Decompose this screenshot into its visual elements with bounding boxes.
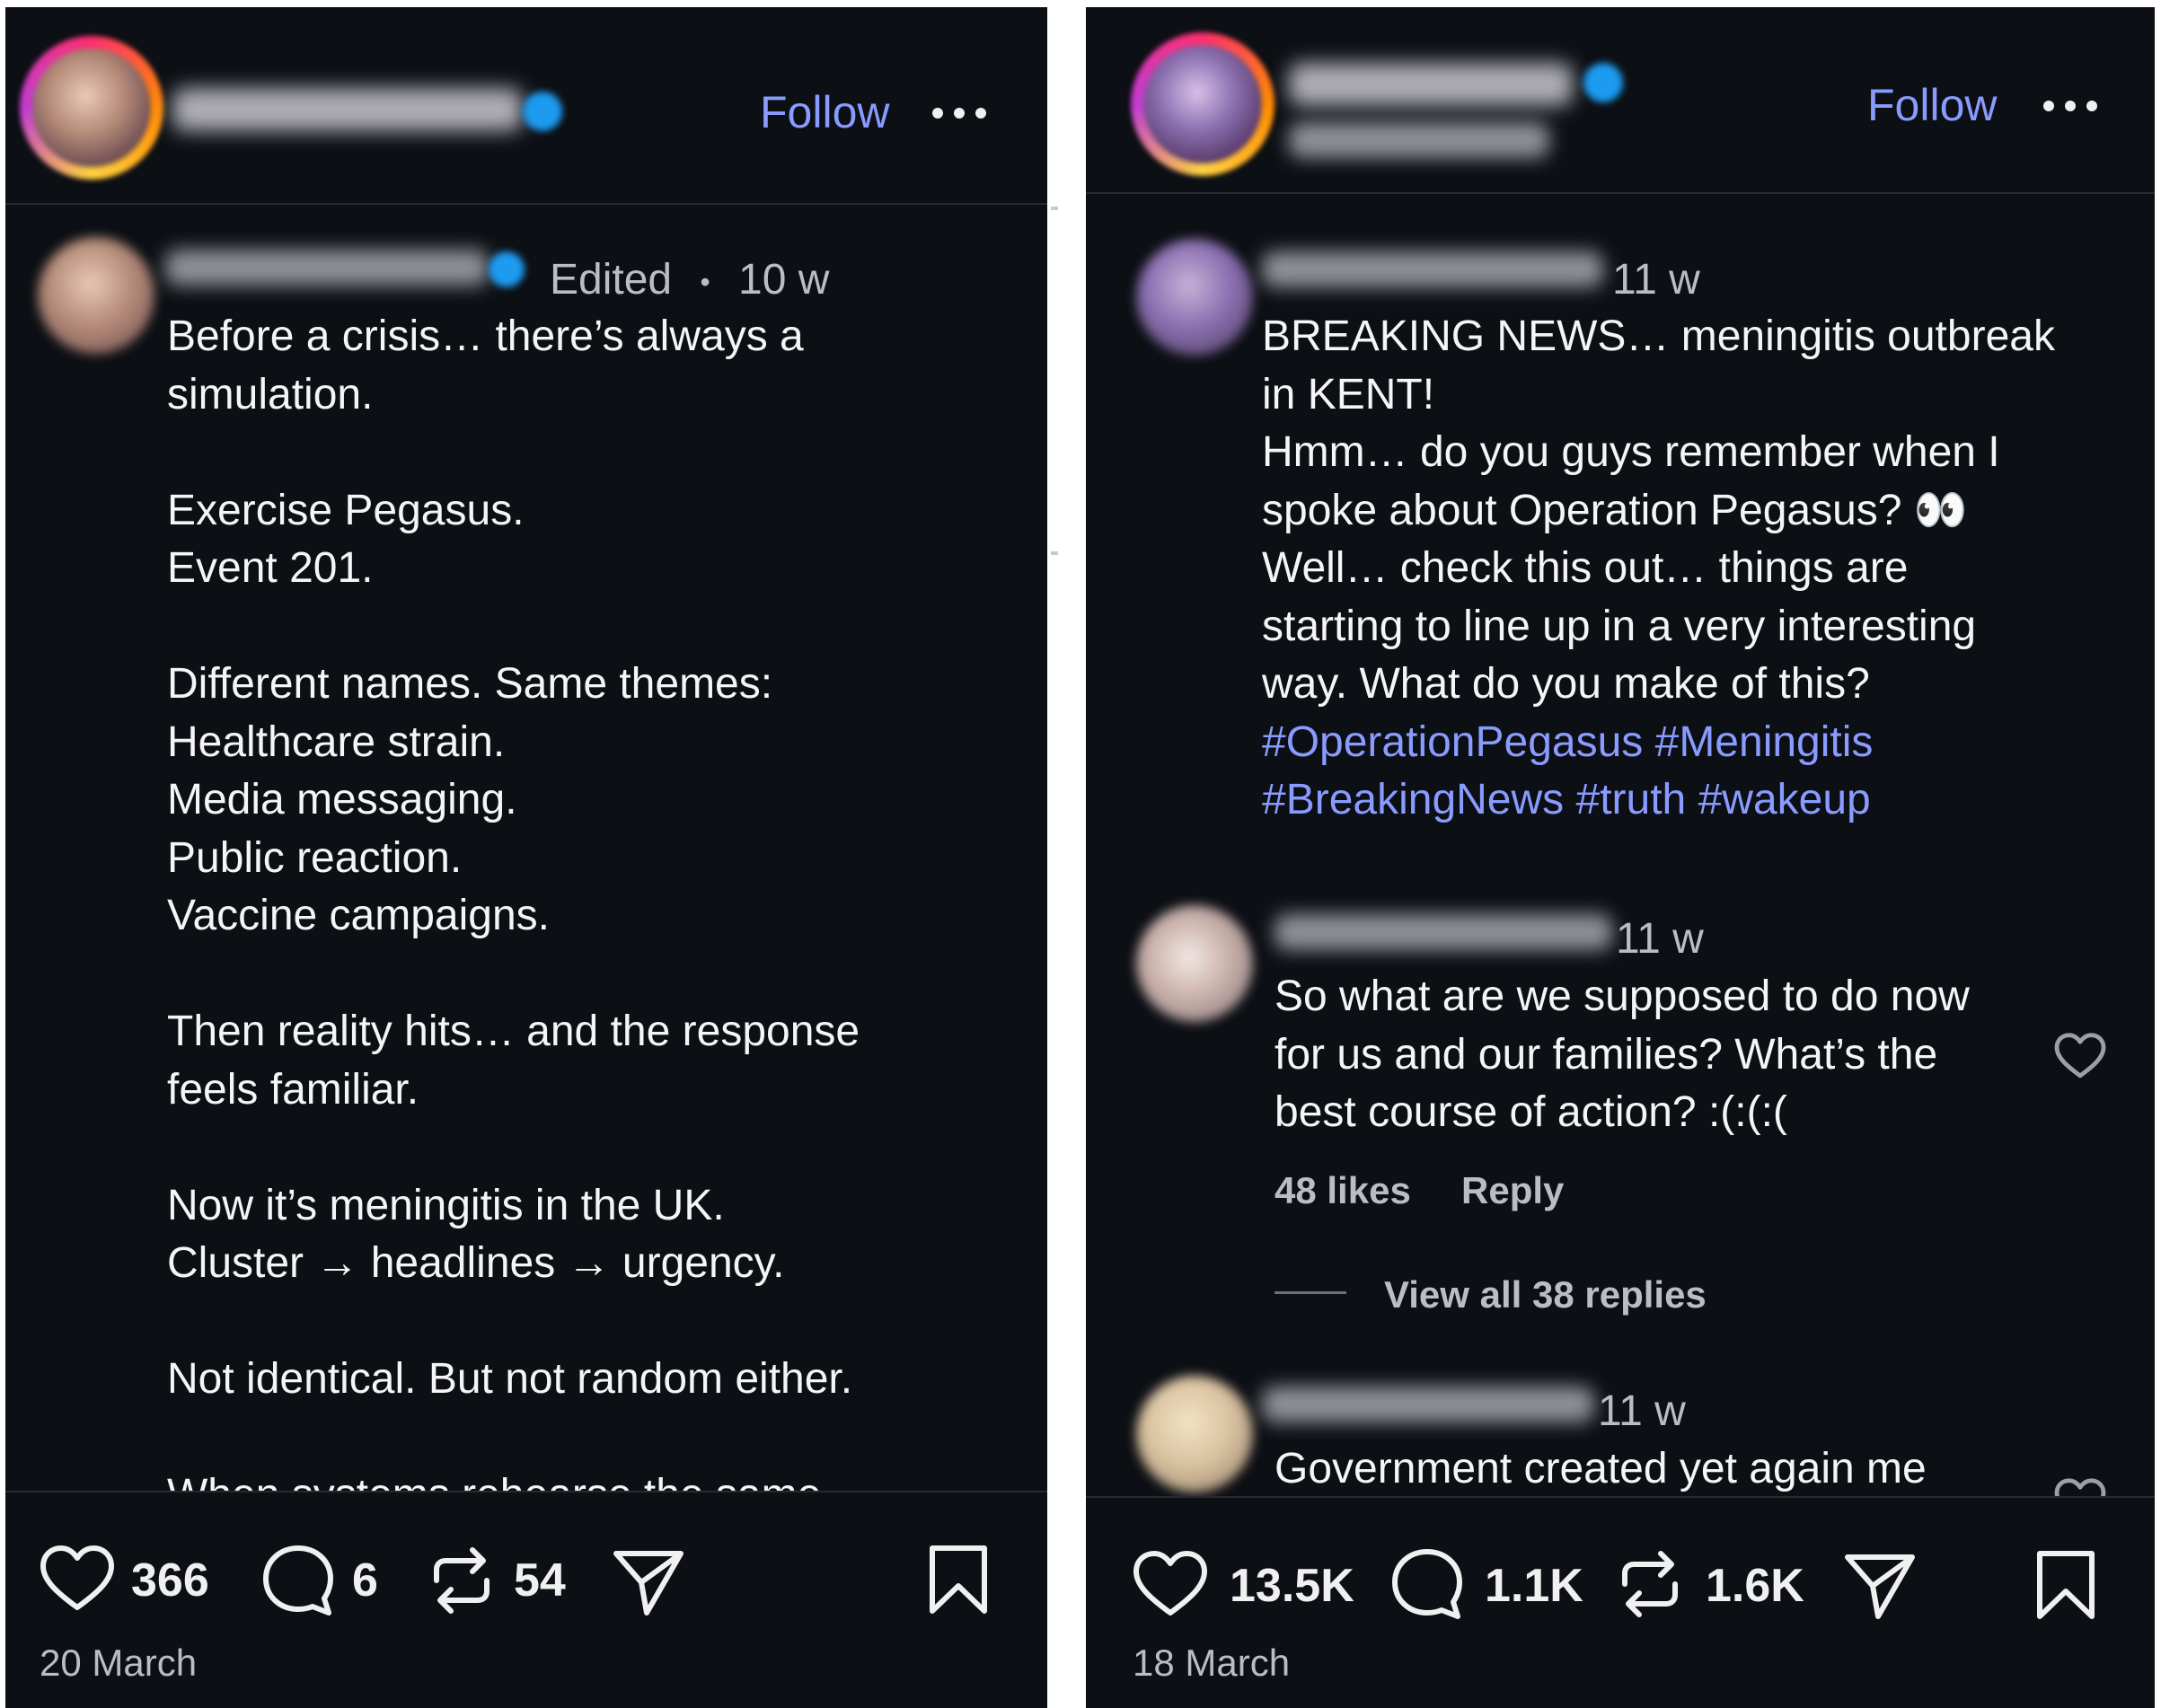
post-caption-text: Before a crisis… there’s always a simulat… xyxy=(167,308,1029,1525)
reposts-count[interactable]: 1.6K xyxy=(1706,1559,1804,1613)
comment-likes[interactable]: 48 likes xyxy=(1275,1169,1411,1212)
text-line: simulation. xyxy=(167,370,374,418)
text-line: Different names. Same themes: xyxy=(167,660,773,708)
text-line: Media messaging. xyxy=(167,776,517,823)
text-line: BREAKING NEWS… meningitis outbreak xyxy=(1262,313,2055,360)
reply-button[interactable]: Reply xyxy=(1461,1169,1564,1212)
action-bar: 13.5K 1.1K 1.6K 18 March xyxy=(1086,1496,2155,1708)
likes-count[interactable]: 366 xyxy=(131,1554,209,1607)
left-post-panel: Follow Edited • 10 w Before a crisis… th… xyxy=(5,7,1047,1708)
follow-button[interactable]: Follow xyxy=(1867,79,1997,131)
heart-icon[interactable] xyxy=(40,1545,115,1613)
comments-count[interactable]: 6 xyxy=(352,1554,378,1607)
bookmark-icon[interactable] xyxy=(2034,1550,2097,1622)
post-time: 11 w xyxy=(1612,256,1700,304)
comments-count[interactable]: 1.1K xyxy=(1485,1559,1583,1613)
comment-username-blurred[interactable] xyxy=(1262,1387,1594,1422)
author-username-blurred[interactable] xyxy=(172,88,523,131)
text-line: feels familiar. xyxy=(167,1065,419,1114)
bookmark-icon[interactable] xyxy=(927,1545,990,1616)
more-icon[interactable] xyxy=(2043,101,2099,113)
caption-username-blurred[interactable] xyxy=(165,250,489,286)
text-line: Well… check this out… things are xyxy=(1262,544,1909,592)
post-header: Follow xyxy=(1086,7,2155,194)
text-line: Government created yet again me xyxy=(1275,1445,1927,1492)
post-caption-text: BREAKING NEWS… meningitis outbreak in KEN… xyxy=(1262,308,2142,830)
comment-text: Government created yet again me xyxy=(1275,1440,2065,1499)
caption-avatar[interactable] xyxy=(1136,239,1253,356)
text-line: Vaccine campaigns. xyxy=(167,892,550,939)
edited-label: Edited xyxy=(550,256,673,304)
reposts-count[interactable]: 54 xyxy=(514,1554,566,1607)
text-line: Before a crisis… there’s always a xyxy=(167,313,804,360)
repost-icon[interactable] xyxy=(1616,1546,1684,1622)
heart-icon[interactable] xyxy=(1133,1550,1208,1618)
divider xyxy=(1051,551,1058,555)
text-line: So what are we supposed to do now xyxy=(1275,973,1970,1020)
text-line: Then reality hits… and the response xyxy=(167,1008,860,1055)
text-line xyxy=(167,598,1029,656)
follow-button[interactable]: Follow xyxy=(760,86,889,138)
comment-avatar[interactable] xyxy=(1136,1376,1253,1492)
post-date: 20 March xyxy=(40,1642,198,1684)
text-line: Hmm… do you guys remember when I xyxy=(1262,428,2000,476)
text-line: for us and our families? What’s the xyxy=(1275,1030,1938,1079)
text-line: #OperationPegasus #Meningitis xyxy=(1262,718,1874,766)
view-replies-button[interactable]: View all 38 replies xyxy=(1384,1273,1707,1316)
comment-icon[interactable] xyxy=(260,1543,336,1618)
verified-icon xyxy=(523,92,562,131)
share-icon[interactable] xyxy=(611,1546,686,1618)
text-line: Cluster → headlines → urgency. xyxy=(167,1239,785,1287)
text-line: Exercise Pegasus. xyxy=(167,486,525,534)
share-icon[interactable] xyxy=(1842,1550,1918,1622)
text-line xyxy=(167,1409,1029,1467)
comment-time: 11 w xyxy=(1598,1387,1686,1435)
text-line: #BreakingNews #truth #wakeup xyxy=(1262,776,1871,823)
audio-label-blurred[interactable] xyxy=(1289,122,1549,158)
text-line: spoke about Operation Pegasus? 👀 xyxy=(1262,486,1968,534)
text-line: starting to line up in a very interestin… xyxy=(1262,602,1977,650)
more-icon[interactable] xyxy=(932,108,988,120)
right-post-panel: Follow 11 w BREAKING NEWS… meningitis ou… xyxy=(1086,7,2155,1708)
text-line xyxy=(167,1119,1029,1177)
text-line xyxy=(167,1293,1029,1351)
text-line: in KENT! xyxy=(1262,370,1435,418)
post-header: Follow xyxy=(5,7,1047,205)
text-line: Public reaction. xyxy=(167,833,463,882)
text-line: way. What do you make of this? xyxy=(1262,660,1870,708)
text-line: Event 201. xyxy=(167,544,374,592)
meta-separator: • xyxy=(700,265,710,298)
author-avatar[interactable] xyxy=(1131,32,1275,176)
repost-icon[interactable] xyxy=(428,1543,496,1618)
caption-username-blurred[interactable] xyxy=(1262,251,1603,287)
comment-avatar[interactable] xyxy=(1136,905,1253,1022)
verified-icon xyxy=(489,251,525,287)
comment-icon[interactable] xyxy=(1389,1546,1465,1622)
replies-divider xyxy=(1275,1291,1346,1294)
post-date: 18 March xyxy=(1133,1642,1291,1684)
comment-text: So what are we supposed to do now for us … xyxy=(1275,968,2065,1142)
comment-username-blurred[interactable] xyxy=(1275,914,1612,950)
verified-icon xyxy=(1583,63,1623,102)
hashtags[interactable]: #OperationPegasus #Meningitis #BreakingNe… xyxy=(1262,714,2142,830)
text-line: best course of action? :(:(:( xyxy=(1275,1088,1787,1136)
text-line: Healthcare strain. xyxy=(167,718,506,766)
text-line: Not identical. But not random either. xyxy=(167,1355,853,1403)
action-bar: 366 6 54 20 March xyxy=(5,1491,1047,1708)
text-line xyxy=(167,946,1029,1004)
text-line xyxy=(167,424,1029,482)
heart-icon[interactable] xyxy=(2054,1033,2106,1079)
text-line: Now it’s meningitis in the UK. xyxy=(167,1181,725,1229)
comment-time: 11 w xyxy=(1616,915,1704,963)
likes-count[interactable]: 13.5K xyxy=(1230,1559,1354,1613)
caption-meta: Edited • 10 w xyxy=(550,255,829,304)
caption-avatar[interactable] xyxy=(38,237,154,354)
author-username-blurred[interactable] xyxy=(1289,63,1573,106)
divider xyxy=(1051,207,1058,210)
author-avatar[interactable] xyxy=(20,36,163,180)
post-time: 10 w xyxy=(738,256,830,304)
